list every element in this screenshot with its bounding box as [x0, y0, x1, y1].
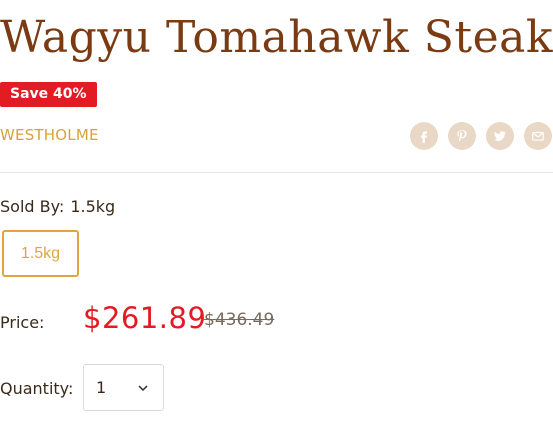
share-email-button[interactable] [524, 122, 552, 150]
share-pinterest-button[interactable] [448, 122, 476, 150]
quantity-label: Quantity: [0, 379, 74, 398]
sold-by-row: Sold By: 1.5kg [0, 197, 115, 216]
product-title: Wagyu Tomahawk Steak [0, 12, 553, 63]
share-twitter-button[interactable] [486, 122, 514, 150]
price-label: Price: [0, 313, 45, 332]
email-icon [532, 131, 544, 141]
sold-by-label: Sold By: [0, 197, 65, 216]
vendor-link[interactable]: WESTHOLME [0, 126, 99, 144]
current-price: $261.89 [83, 301, 207, 335]
share-buttons [410, 122, 552, 150]
divider [0, 172, 553, 173]
facebook-icon [421, 131, 427, 143]
quantity-select[interactable]: 1 [83, 364, 164, 411]
pinterest-icon [457, 130, 467, 142]
twitter-icon [494, 131, 506, 141]
compare-at-price: $436.49 [204, 310, 275, 330]
variant-option-1-5kg[interactable]: 1.5kg [2, 230, 79, 277]
quantity-value: 1 [96, 378, 107, 397]
discount-badge: Save 40% [0, 82, 97, 107]
sold-by-value: 1.5kg [70, 197, 116, 216]
share-facebook-button[interactable] [410, 122, 438, 150]
chevron-down-icon [138, 385, 148, 392]
